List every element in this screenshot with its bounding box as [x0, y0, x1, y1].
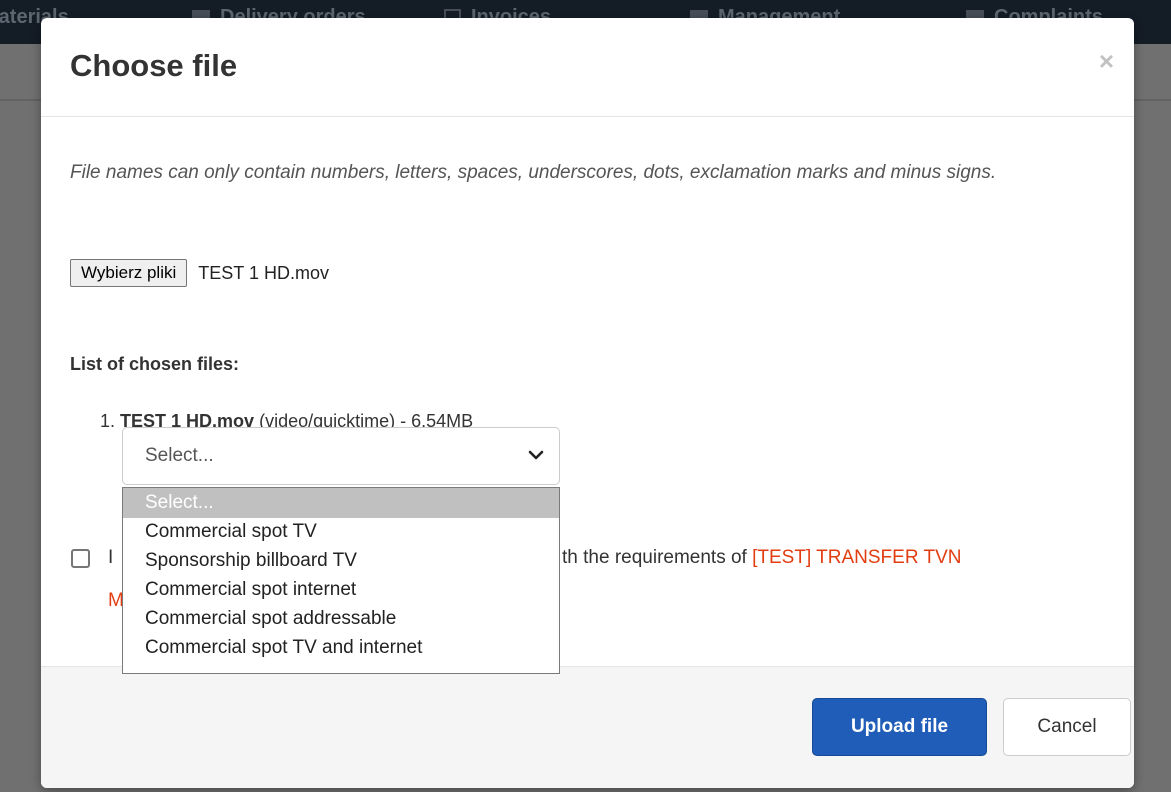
- chosen-file-name: TEST 1 HD.mov: [198, 262, 329, 283]
- dropdown-option-commercial-spot-tv[interactable]: Commercial spot TV: [123, 517, 559, 547]
- chosen-files-heading: List of chosen files:: [70, 354, 240, 374]
- file-input[interactable]: Wybierz pliki TEST 1 HD.mov: [70, 259, 329, 287]
- modal-footer: Upload file Cancel: [41, 666, 1134, 788]
- consent-label-start: I: [108, 547, 114, 568]
- dropdown-option-sponsorship-billboard-tv[interactable]: Sponsorship billboard TV: [123, 546, 559, 576]
- choose-files-button[interactable]: Wybierz pliki: [70, 259, 188, 287]
- file-type-dropdown: Select... Commercial spot TV Sponsorship…: [122, 487, 560, 674]
- modal-header: Choose file ×: [41, 18, 1134, 117]
- close-icon[interactable]: ×: [1099, 48, 1114, 74]
- file-name-hint: File names can only contain numbers, let…: [70, 162, 997, 183]
- dropdown-option-commercial-spot-addressable[interactable]: Commercial spot addressable: [123, 604, 559, 634]
- file-index: 1.: [100, 411, 116, 431]
- file-type-select[interactable]: Select...: [122, 427, 560, 485]
- dropdown-option-select[interactable]: Select...: [123, 488, 559, 518]
- cancel-button[interactable]: Cancel: [1003, 698, 1131, 756]
- file-type-selected-value: Select...: [145, 445, 214, 466]
- choose-file-modal: Choose file × File names can only contai…: [41, 18, 1134, 788]
- dropdown-option-commercial-spot-tv-and-internet[interactable]: Commercial spot TV and internet: [123, 633, 559, 663]
- consent-label-text: th the requirements of: [562, 547, 747, 568]
- consent-checkbox[interactable]: [71, 549, 90, 568]
- consent-label: th the requirements of [TEST] TRANSFER T…: [562, 547, 962, 569]
- chevron-down-icon: [528, 450, 544, 460]
- upload-file-button[interactable]: Upload file: [812, 698, 987, 756]
- consent-requirements-link[interactable]: [TEST] TRANSFER TVN: [752, 547, 961, 568]
- dropdown-option-commercial-spot-internet[interactable]: Commercial spot internet: [123, 575, 559, 605]
- modal-title: Choose file: [70, 48, 238, 83]
